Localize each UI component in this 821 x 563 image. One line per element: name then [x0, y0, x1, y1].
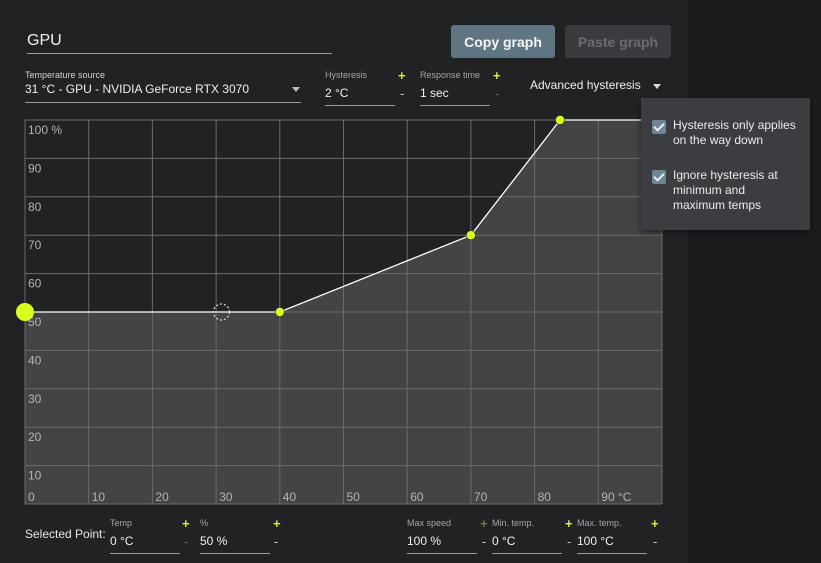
x-tick-label: 10	[92, 490, 106, 504]
hysteresis-field[interactable]: 2 °C	[325, 86, 395, 106]
advanced-hysteresis-popup: Hysteresis only applies on the way down …	[641, 98, 810, 230]
temp-label: Temp	[110, 518, 133, 528]
copy-graph-button[interactable]: Copy graph	[451, 25, 555, 58]
temperature-source-label: Temperature source	[25, 70, 106, 80]
response-time-label: Response time	[420, 70, 481, 80]
selected-temp-field[interactable]: 0 °C	[110, 534, 180, 554]
y-tick-label: 80	[28, 200, 42, 214]
curve-name-input[interactable]: GPU	[27, 28, 332, 54]
y-tick-label: 30	[28, 392, 42, 406]
curve-point[interactable]	[274, 307, 285, 317]
percent-label: %	[200, 518, 209, 528]
min-temp-plus-button[interactable]: +	[565, 516, 573, 531]
x-tick-label: 90 °C	[601, 490, 631, 504]
y-tick-label: 60	[28, 277, 42, 291]
x-tick-label: 20	[155, 490, 169, 504]
max-temp-plus-button[interactable]: +	[651, 516, 659, 531]
max-temp-field[interactable]: 100 °C	[577, 534, 647, 554]
x-tick-label: 50	[347, 490, 361, 504]
y-tick-label: 40	[28, 353, 42, 367]
max-speed-plus-button[interactable]: +	[480, 516, 488, 531]
percent-minus-button[interactable]: -	[274, 534, 278, 549]
chevron-down-icon[interactable]	[653, 84, 661, 89]
x-tick-label: 80	[538, 490, 552, 504]
selected-curve-point[interactable]	[16, 303, 34, 321]
max-speed-minus-button[interactable]: -	[482, 534, 486, 549]
temp-minus-button[interactable]: -	[184, 534, 188, 549]
x-tick-label: 40	[283, 490, 297, 504]
y-tick-label: 90	[28, 161, 42, 175]
paste-graph-button[interactable]: Paste graph	[565, 25, 671, 58]
max-speed-label: Max speed	[407, 518, 452, 528]
advanced-hysteresis-dropdown[interactable]: Advanced hysteresis	[530, 78, 641, 92]
selected-point-label: Selected Point:	[25, 527, 106, 541]
response-time-field[interactable]: 1 sec	[420, 86, 490, 106]
ignore-hysteresis-label[interactable]: Ignore hysteresis at minimum and maximum…	[673, 168, 791, 213]
hysteresis-plus-button[interactable]: +	[398, 68, 406, 83]
chevron-down-icon[interactable]	[292, 87, 300, 92]
checkbox-checked-icon[interactable]	[652, 170, 666, 184]
x-tick-label: 30	[219, 490, 233, 504]
y-tick-label: 10	[28, 469, 42, 483]
fan-curve-chart[interactable]: 0 10 20 30 40 50 60 70 80 90 °C 10203040506070809…	[0, 110, 688, 510]
hysteresis-way-down-label[interactable]: Hysteresis only applies on the way down	[673, 118, 801, 148]
max-temp-minus-button[interactable]: -	[653, 534, 657, 549]
max-speed-field[interactable]: 100 %	[407, 534, 477, 554]
hysteresis-minus-button[interactable]: -	[400, 86, 404, 101]
temperature-source-select[interactable]: 31 °C - GPU - NVIDIA GeForce RTX 3070	[25, 82, 301, 103]
y-tick-label: 20	[28, 430, 42, 444]
x-tick-label: 70	[474, 490, 488, 504]
response-time-plus-button[interactable]: +	[493, 68, 501, 83]
selected-percent-field[interactable]: 50 %	[200, 534, 270, 554]
ignore-hysteresis-option[interactable]: Ignore hysteresis at minimum and maximum…	[652, 168, 791, 213]
hysteresis-label: Hysteresis	[325, 70, 368, 80]
temp-plus-button[interactable]: +	[182, 516, 190, 531]
response-time-minus-button[interactable]: -	[495, 86, 499, 101]
curve-point[interactable]	[555, 115, 565, 125]
right-side-area	[688, 0, 821, 563]
hysteresis-way-down-option[interactable]: Hysteresis only applies on the way down	[652, 118, 801, 148]
x-tick-label: 60	[410, 490, 424, 504]
min-temp-label: Min. temp.	[492, 518, 535, 528]
min-temp-field[interactable]: 0 °C	[492, 534, 562, 554]
min-temp-minus-button[interactable]: -	[567, 534, 571, 549]
percent-plus-button[interactable]: +	[273, 516, 281, 531]
max-temp-label: Max. temp.	[577, 518, 622, 528]
x-tick-label: 0	[28, 490, 35, 504]
curve-point[interactable]	[466, 230, 476, 240]
y-tick-label: 70	[28, 238, 42, 252]
checkbox-checked-icon[interactable]	[652, 120, 666, 134]
y-tick-label: 100 %	[28, 123, 62, 137]
